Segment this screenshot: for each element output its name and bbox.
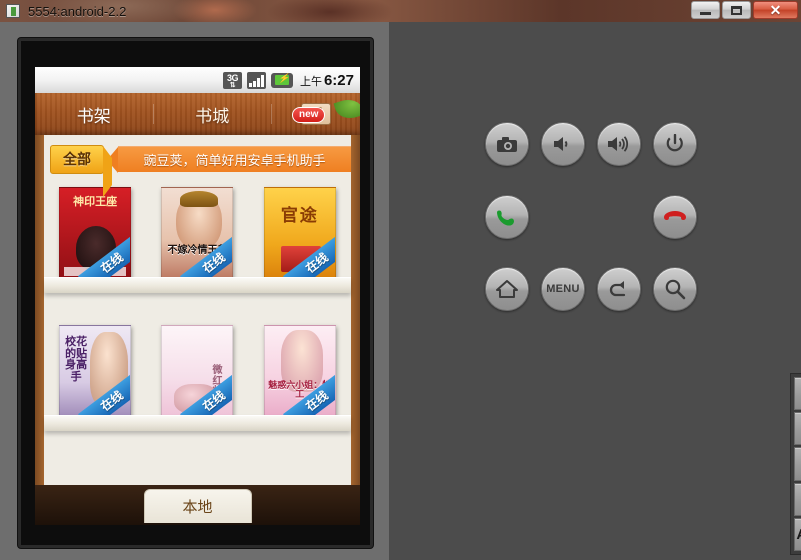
- shelf-row-2: 校花的贴身高手 在线 微红妆 在线 魅惑: [44, 321, 351, 421]
- tab-bookstore[interactable]: 书城: [154, 102, 272, 127]
- book-item[interactable]: 魅惑六小姐：特工 在线: [263, 325, 336, 421]
- phone-frame: 3G ⇅ 上午6:27 书架: [18, 38, 373, 548]
- key-1[interactable]: 1!: [794, 377, 801, 411]
- search-button[interactable]: [653, 267, 697, 311]
- signal-bars-icon: [246, 71, 266, 89]
- menu-button-label: MENU: [546, 283, 580, 295]
- leaf-decoration-icon: [333, 95, 360, 123]
- maximize-icon: [731, 5, 742, 15]
- speaker-high-icon: [608, 136, 629, 152]
- camera-button[interactable]: [485, 122, 529, 166]
- keyboard-row-home: A S\ D’ F[ G] H< J> K; L: DEL ⌫: [794, 447, 801, 481]
- search-icon: [665, 279, 686, 300]
- keyboard-row-bottom-letters: ⇧ Z X C V B N M . ↵: [794, 482, 801, 516]
- tab-bookshelf[interactable]: 书架: [35, 102, 153, 127]
- window-client-area: 3G ⇅ 上午6:27 书架: [0, 22, 801, 560]
- android-status-bar: 3G ⇅ 上午6:27: [35, 67, 360, 93]
- network-3g-label: 3G: [226, 72, 239, 83]
- network-arrows: ⇅: [229, 81, 236, 89]
- home-button[interactable]: [485, 267, 529, 311]
- key-shift[interactable]: ⇧: [794, 482, 801, 516]
- key-a[interactable]: A: [794, 447, 801, 481]
- title-bar: 5554:android-2.2 ✕: [0, 0, 801, 22]
- battery-charging-icon: [270, 72, 293, 88]
- call-start-button[interactable]: [485, 195, 529, 239]
- keyboard-row-numbers: 1! 2@ 3# 4$ 5% 6^ 7& 8* 9( 0): [794, 377, 801, 411]
- filter-chip-all[interactable]: 全部: [50, 144, 112, 197]
- book-art-hair: [180, 191, 219, 207]
- back-arrow-icon: [609, 281, 626, 297]
- book-list-1: 神印王座 在线 不嫁冷情王爷 在线 官途 在线: [44, 183, 351, 283]
- maximize-button[interactable]: [722, 1, 751, 19]
- speaker-low-icon: [554, 137, 568, 151]
- emulator-icon: [6, 4, 20, 18]
- call-end-button[interactable]: [653, 195, 697, 239]
- book-item[interactable]: 神印王座 在线: [59, 187, 132, 283]
- key-alt-left[interactable]: ALT: [794, 517, 801, 552]
- book-item[interactable]: 校花的贴身高手 在线: [59, 325, 132, 421]
- book-title: 官途: [280, 206, 319, 226]
- android-screen[interactable]: 3G ⇅ 上午6:27 书架: [35, 67, 360, 525]
- minimize-icon: [700, 11, 711, 15]
- shelf-row-1: 神印王座 在线 不嫁冷情王爷 在线 官途 在线: [44, 183, 351, 283]
- call-start-icon: [497, 210, 514, 226]
- volume-up-button[interactable]: [597, 122, 641, 166]
- bookshelf-area: 全部 豌豆荚，简单好用安卓手机助手 神印王座 在线 不嫁冷情王爷 在线 官途 在…: [35, 135, 360, 525]
- device-pane: 3G ⇅ 上午6:27 书架: [0, 22, 389, 560]
- power-button[interactable]: [653, 122, 697, 166]
- home-icon: [496, 280, 518, 298]
- book-item[interactable]: 官途 在线: [263, 187, 336, 283]
- clock-ampm: 上午: [299, 75, 322, 88]
- promo-banner[interactable]: 豌豆荚，简单好用安卓手机助手: [107, 146, 351, 173]
- window-title: 5554:android-2.2: [28, 3, 127, 19]
- back-button[interactable]: [597, 267, 641, 311]
- keyboard-row-qwerty: Q| W~ E” R` T{ Y} U– I- O+ P=: [794, 412, 801, 446]
- book-title: 校花的贴身高手: [65, 335, 88, 383]
- call-end-icon: [664, 211, 686, 220]
- camera-icon: [497, 136, 517, 152]
- power-icon: [666, 134, 683, 152]
- window-controls: ✕: [691, 1, 798, 19]
- volume-down-button[interactable]: [541, 122, 585, 166]
- app-bottom-nav: 本地: [35, 485, 360, 525]
- bottom-tab-local[interactable]: 本地: [143, 489, 252, 523]
- key-q[interactable]: Q|: [794, 412, 801, 446]
- app-header: 书架 书城 new: [35, 93, 360, 135]
- menu-button[interactable]: MENU: [541, 267, 585, 311]
- emulator-keyboard[interactable]: 1! 2@ 3# 4$ 5% 6^ 7& 8* 9( 0) Q| W~ E” R…: [790, 373, 801, 555]
- shelf-board-2: [44, 415, 351, 431]
- book-title: 神印王座: [73, 195, 118, 208]
- key-main: ALT: [796, 526, 801, 543]
- network-3g-icon: 3G ⇅: [222, 71, 242, 89]
- emulator-controls-pane: MENU 1! 2@ 3# 4$ 5% 6^ 7& 8* 9(: [389, 22, 801, 560]
- status-clock: 上午 6:27: [300, 72, 354, 89]
- minimize-button[interactable]: [691, 1, 720, 19]
- shelf-board-1: [44, 277, 351, 293]
- close-button[interactable]: ✕: [753, 1, 798, 19]
- new-badge: new: [292, 107, 326, 123]
- keyboard-row-modifiers: ALT SYM @ →| /? , ALT: [794, 517, 801, 552]
- book-item[interactable]: 不嫁冷情王爷 在线: [161, 187, 234, 283]
- filter-and-promo-row: 全部 豌豆荚，简单好用安卓手机助手: [44, 144, 351, 197]
- emulator-window: 5554:android-2.2 ✕ 3G ⇅ ⚡ 上午 6:27 书架 书城 …: [0, 0, 801, 560]
- book-item[interactable]: 微红妆 在线: [161, 325, 234, 421]
- header-right-area: new: [272, 95, 360, 125]
- book-list-2: 校花的贴身高手 在线 微红妆 在线 魅惑: [44, 321, 351, 421]
- clock-time: 6:27: [323, 71, 354, 89]
